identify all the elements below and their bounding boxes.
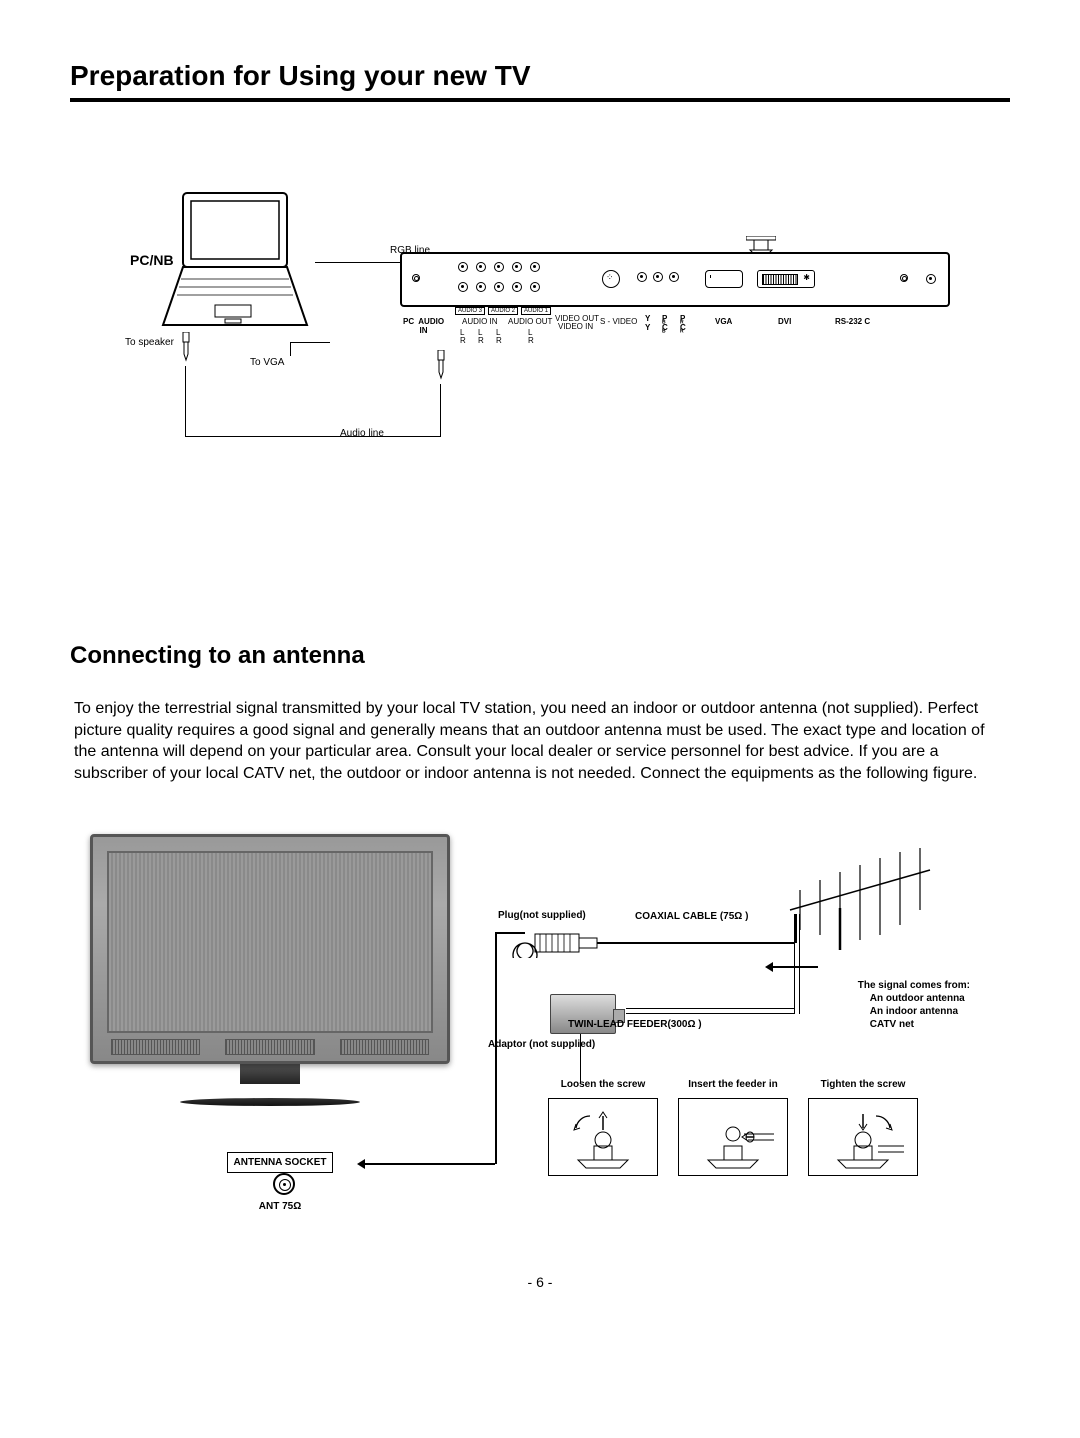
s-video-port-icon	[602, 270, 620, 288]
laptop-icon	[155, 187, 315, 337]
vga-port-icon	[705, 270, 743, 288]
dvi-port-icon	[757, 270, 815, 288]
antenna-socket: ANTENNA SOCKET ANT 75Ω	[210, 1152, 350, 1212]
outdoor-antenna-icon	[780, 840, 940, 950]
step-insert: Insert the feeder in	[678, 1079, 788, 1176]
panel-stand-icon	[746, 236, 776, 254]
to-vga-label: To VGA	[250, 357, 284, 368]
twin-lead-label: TWIN-LEAD FEEDER(300Ω )	[568, 1019, 702, 1030]
section-heading: Connecting to an antenna	[70, 642, 1010, 670]
page-title: Preparation for Using your new TV	[70, 60, 1010, 92]
tv-front-icon	[90, 834, 450, 1124]
signal-source-list: The signal comes from: An outdoor antenn…	[858, 979, 970, 1031]
to-speaker-label: To speaker	[125, 337, 174, 348]
page-number: - 6 -	[70, 1274, 1010, 1290]
loosen-screw-icon	[558, 1110, 648, 1170]
coax-jack-icon	[273, 1173, 295, 1195]
rs232-port-icon	[926, 274, 936, 284]
plug-not-supplied-label: Plug(not supplied)	[498, 910, 586, 921]
audio-sub-labels: AUDIO 3 AUDIO 2 AUDIO 1	[455, 307, 551, 315]
section-body: To enjoy the terrestrial signal transmit…	[70, 698, 1010, 784]
insert-feeder-icon	[688, 1110, 778, 1170]
tighten-screw-icon	[818, 1110, 908, 1170]
coax-plug-icon	[510, 928, 610, 958]
step-loosen: Loosen the screw	[548, 1079, 658, 1176]
step-tighten: Tighten the screw	[808, 1079, 918, 1176]
audio-plug-icon	[434, 350, 448, 384]
antenna-connection-diagram: ANTENNA SOCKET ANT 75Ω Plug(not supplied…	[70, 824, 1010, 1244]
coax-cable-label: COAXIAL CABLE (75Ω )	[635, 911, 748, 922]
tv-rear-panel	[400, 252, 950, 307]
audio-line-label: Audio line	[340, 428, 384, 439]
pc-connection-diagram: PC/NB To speaker To VGA RGB line Audio l…	[70, 182, 1010, 542]
audio-plug-icon	[179, 332, 193, 366]
